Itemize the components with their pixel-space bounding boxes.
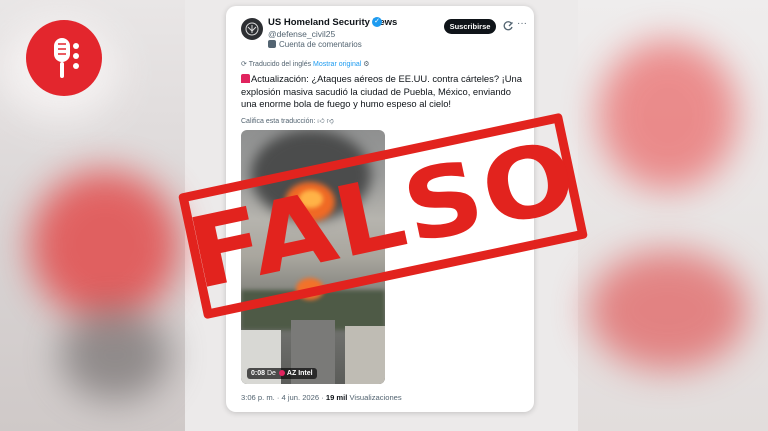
- verified-badge-icon: ✓: [372, 17, 382, 27]
- account-affiliation: Cuenta de comentarios: [268, 40, 362, 49]
- rate-translation: Califica esta traducción: 👍︎ 👎︎: [241, 116, 334, 125]
- views-count: 19 mil: [325, 393, 348, 402]
- translate-icon: ⟳: [241, 61, 247, 68]
- translation-notice: ⟳ Traducido del inglés Mostrar original …: [241, 60, 370, 68]
- grok-icon[interactable]: [502, 20, 514, 32]
- siren-emoji-icon: [241, 74, 250, 83]
- rate-translation-label: Califica esta traducción:: [241, 118, 316, 125]
- background-blur: [588, 250, 748, 370]
- more-options-icon[interactable]: ···: [517, 18, 527, 29]
- show-original-link[interactable]: Mostrar original: [313, 61, 361, 68]
- eagle-seal-icon: [245, 22, 259, 36]
- background-blur: [598, 40, 738, 190]
- affiliation-label: Cuenta de comentarios: [279, 40, 362, 49]
- translated-prefix: Traducido del inglés: [248, 61, 312, 68]
- thumbs-up-icon[interactable]: 👍︎: [317, 118, 324, 125]
- brand-logo: [26, 20, 102, 96]
- settings-icon[interactable]: ⚙: [363, 61, 369, 68]
- video-duration: 0:08: [251, 370, 266, 377]
- thumbs-down-icon[interactable]: 👎︎: [327, 118, 334, 125]
- affiliation-icon: [268, 40, 276, 48]
- post-metadata: 3:06 p. m. · 4 jun. 2026 · 19 mil Visual…: [241, 393, 402, 402]
- background-blur: [30, 170, 180, 320]
- video-source-prefix: De: [266, 370, 276, 377]
- post-text-content: Actualización: ¿Ataques aéreos de EE.UU.…: [241, 73, 522, 109]
- views-label: Visualizaciones: [347, 393, 402, 402]
- post-timestamp[interactable]: 3:06 p. m. · 4 jun. 2026 ·: [241, 393, 326, 402]
- subscribe-button[interactable]: Suscribirse: [444, 19, 496, 34]
- background-blur: [60, 310, 170, 400]
- building: [345, 326, 385, 384]
- avatar[interactable]: [241, 18, 263, 40]
- source-avatar-icon: [278, 370, 285, 376]
- post-text: Actualización: ¿Ataques aéreos de EE.UU.…: [241, 73, 526, 111]
- video-info-badge: 0:08 De AZ Intel: [247, 368, 317, 379]
- account-handle[interactable]: @defense_civil25: [268, 29, 335, 39]
- microphone-icon: [54, 38, 79, 78]
- video-source[interactable]: AZ Intel: [287, 370, 313, 377]
